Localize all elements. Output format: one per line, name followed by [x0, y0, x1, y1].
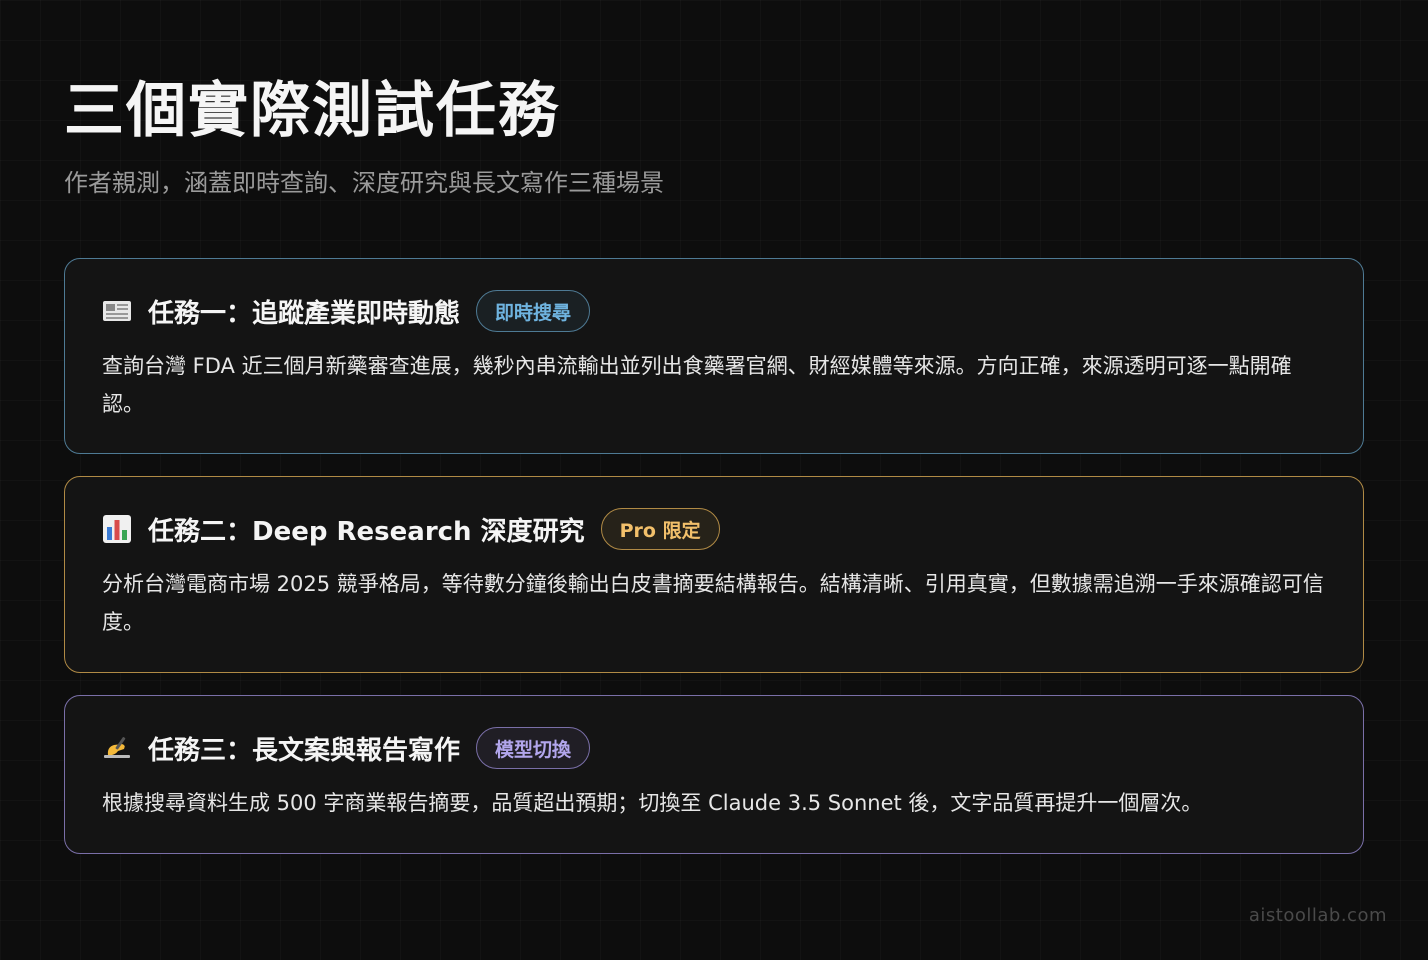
card-title: 任務二：Deep Research 深度研究 — [148, 516, 585, 547]
card-tag: 即時搜尋 — [476, 290, 591, 332]
page: 三個實際測試任務 作者親測，涵蓋即時查詢、深度研究與長文寫作三種場景 任務一：追… — [0, 0, 1428, 960]
bar-chart-icon — [102, 514, 132, 544]
page-subtitle: 作者親測，涵蓋即時查詢、深度研究與長文寫作三種場景 — [64, 169, 664, 197]
card-tag: 模型切換 — [476, 727, 591, 769]
card-title: 任務三：長文案與報告寫作 — [148, 735, 461, 766]
newspaper-icon — [102, 296, 132, 326]
card-tag: Pro 限定 — [600, 508, 720, 550]
watermark: aistoollab.com — [1248, 905, 1387, 926]
card-header: 任務二：Deep Research 深度研究 Pro 限定 — [102, 507, 1327, 551]
page-title: 三個實際測試任務 — [64, 76, 560, 146]
card-body: 查詢台灣 FDA 近三個月新藥審查進展，幾秒內串流輸出並列出食藥署官網、財經媒體… — [102, 354, 1292, 416]
card-body: 分析台灣電商市場 2025 競爭格局，等待數分鐘後輸出白皮書摘要結構報告。結構清… — [102, 572, 1324, 634]
card-title: 任務一：追蹤產業即時動態 — [148, 298, 461, 329]
task-card-3: 任務三：長文案與報告寫作 模型切換 根據搜尋資料生成 500 字商業報告摘要，品… — [64, 695, 1364, 854]
card-header: 任務三：長文案與報告寫作 模型切換 — [102, 726, 1327, 770]
task-card-2: 任務二：Deep Research 深度研究 Pro 限定 分析台灣電商市場 2… — [64, 476, 1364, 673]
task-card-1: 任務一：追蹤產業即時動態 即時搜尋 查詢台灣 FDA 近三個月新藥審查進展，幾秒… — [64, 258, 1364, 454]
card-body: 根據搜尋資料生成 500 字商業報告摘要，品質超出預期；切換至 Claude 3… — [102, 791, 1203, 815]
card-header: 任務一：追蹤產業即時動態 即時搜尋 — [102, 289, 1327, 333]
writing-hand-icon — [102, 733, 132, 763]
